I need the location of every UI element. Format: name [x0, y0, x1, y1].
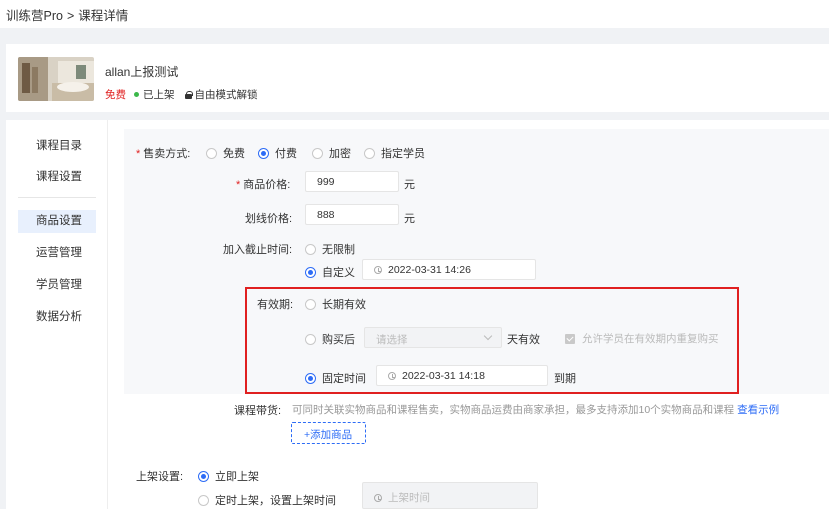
sidebar-item-analytics[interactable]: 数据分析	[18, 306, 96, 329]
unlock-mode-label: 自由模式解锁	[194, 89, 258, 101]
validity-label: 有效期:	[257, 299, 294, 311]
clock-icon	[374, 494, 382, 502]
course-header-card: allan上报测试 免费 已上架 自由模式解锁	[6, 44, 829, 112]
add-goods-button[interactable]: +添加商品	[291, 422, 366, 444]
radio-label: 自定义	[322, 267, 355, 279]
course-price-badge: 免费	[105, 89, 126, 101]
required-marker: *	[236, 179, 241, 191]
validity-days-suffix: 天有效	[507, 334, 540, 346]
breadcrumb-separator: >	[66, 9, 75, 23]
radio-label: 指定学员	[381, 148, 425, 160]
price-label: * 商品价格:	[236, 176, 290, 192]
select-placeholder: 请选择	[376, 334, 408, 346]
sale-method-specified-radio[interactable]: 指定学员	[364, 145, 425, 161]
goods-hint: 可同时关联实物商品和课程售卖，实物商品运费由商家承担，最多支持添加10个实物商品…	[292, 402, 779, 417]
deadline-value: 2022-03-31 14:26	[388, 264, 471, 276]
view-example-link[interactable]: 查看示例	[737, 404, 779, 416]
validity-after-purchase-radio[interactable]: 购买后	[305, 331, 355, 347]
validity-fixed-radio[interactable]: 固定时间	[305, 370, 366, 386]
radio-label: 无限制	[322, 244, 355, 256]
radio-label: 固定时间	[322, 373, 366, 385]
sidebar-item-catalog[interactable]: 课程目录	[18, 135, 96, 158]
validity-days-select[interactable]: 请选择	[364, 327, 502, 348]
price-input[interactable]: 999	[305, 171, 399, 192]
sidebar-item-students[interactable]: 学员管理	[18, 274, 96, 297]
radio-label: 加密	[329, 148, 351, 160]
sidebar-item-product-settings[interactable]: 商品设置	[18, 210, 96, 233]
goods-hint-text: 可同时关联实物商品和课程售卖，实物商品运费由商家承担，最多支持添加10个实物商品…	[292, 404, 735, 416]
radio-label: 定时上架，设置上架时间	[215, 495, 336, 507]
checkbox-checked-icon	[565, 333, 575, 344]
radio-label: 购买后	[322, 334, 355, 346]
checkbox-label: 允许学员在有效期内重复购买	[582, 333, 719, 345]
sale-method-paid-radio[interactable]: 付费	[258, 145, 297, 161]
course-thumbnail	[18, 57, 94, 101]
sidebar-item-course-settings[interactable]: 课程设置	[18, 166, 96, 189]
sidebar-divider	[18, 197, 96, 198]
strike-price-label: 划线价格:	[245, 213, 293, 225]
radio-label: 立即上架	[215, 471, 259, 483]
deadline-datetime-input[interactable]: 2022-03-31 14:26	[362, 259, 536, 280]
status-dot-icon	[134, 92, 139, 97]
course-unlock-mode: 自由模式解锁	[184, 87, 258, 102]
radio-label: 免费	[223, 148, 245, 160]
listing-label: 上架设置:	[136, 471, 184, 483]
listing-now-radio[interactable]: 立即上架	[198, 468, 259, 484]
sale-method-label-text: 售卖方式:	[143, 148, 191, 160]
validity-long-radio[interactable]: 长期有效	[305, 296, 366, 312]
sidebar-item-operations[interactable]: 运营管理	[18, 242, 96, 265]
chevron-down-icon	[483, 331, 493, 341]
price-label-text: 商品价格:	[243, 179, 291, 191]
strike-price-unit: 元	[404, 213, 415, 225]
sale-method-encrypted-radio[interactable]: 加密	[312, 145, 351, 161]
price-unit: 元	[404, 179, 415, 191]
deadline-unlimited-radio[interactable]: 无限制	[305, 241, 355, 257]
goods-label: 课程带货:	[234, 405, 282, 417]
clock-icon	[388, 372, 396, 380]
breadcrumb-root[interactable]: 训练营Pro	[6, 9, 63, 23]
course-status: 已上架	[134, 87, 175, 102]
listing-scheduled-radio[interactable]: 定时上架，设置上架时间	[198, 492, 336, 508]
allow-repurchase-checkbox[interactable]: 允许学员在有效期内重复购买	[565, 331, 719, 346]
validity-fixed-datetime-input[interactable]: 2022-03-31 14:18	[376, 365, 548, 386]
listing-time-input[interactable]: 上架时间	[362, 482, 538, 509]
radio-label: 长期有效	[322, 299, 366, 311]
status-label: 已上架	[143, 89, 175, 101]
breadcrumb-current: 课程详情	[78, 9, 129, 23]
sale-method-label: * 售卖方式:	[136, 145, 190, 161]
listing-time-placeholder: 上架时间	[388, 492, 430, 504]
course-title: allan上报测试	[105, 65, 179, 79]
sale-method-free-radio[interactable]: 免费	[206, 145, 245, 161]
sidebar: 课程目录 课程设置 商品设置 运营管理 学员管理 数据分析	[6, 120, 108, 509]
lock-icon	[184, 90, 193, 99]
fixed-date-value: 2022-03-31 14:18	[402, 370, 485, 382]
required-marker: *	[136, 148, 141, 160]
deadline-label: 加入截止时间:	[223, 244, 293, 256]
radio-label: 付费	[275, 148, 297, 160]
strike-price-input[interactable]: 888	[305, 204, 399, 225]
course-meta: 免费 已上架 自由模式解锁	[105, 87, 258, 102]
deadline-custom-radio[interactable]: 自定义	[305, 264, 355, 280]
breadcrumb: 训练营Pro > 课程详情	[0, 0, 829, 28]
validity-fixed-suffix: 到期	[554, 373, 576, 385]
clock-icon	[374, 266, 382, 274]
